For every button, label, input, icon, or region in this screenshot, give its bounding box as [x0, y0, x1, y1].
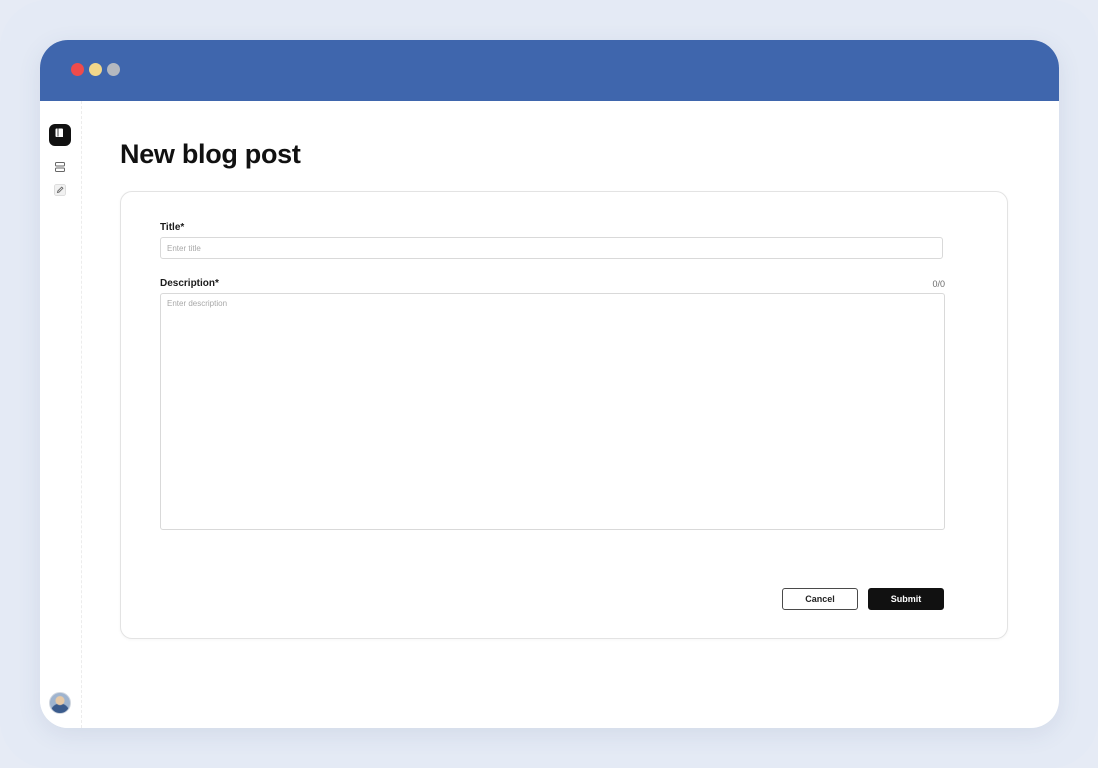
window-titlebar: [40, 40, 1059, 101]
user-avatar[interactable]: [49, 692, 71, 714]
minimize-window-button[interactable]: [89, 63, 102, 76]
blog-post-form: Title* Description* 0/0 Cancel Submit: [120, 191, 1008, 639]
maximize-window-button[interactable]: [107, 63, 120, 76]
cancel-button[interactable]: Cancel: [782, 588, 858, 610]
book-icon: [54, 126, 66, 144]
edit-icon: [54, 183, 66, 201]
description-character-counter: 0/0: [932, 279, 945, 289]
sidebar-item-posts[interactable]: [49, 124, 71, 146]
description-textarea[interactable]: [160, 293, 945, 530]
submit-button[interactable]: Submit: [868, 588, 944, 610]
list-icon: [54, 160, 66, 178]
app-frame-background: New blog post Title* Description* 0/0 Ca…: [0, 0, 1098, 768]
page-title: New blog post: [120, 139, 301, 169]
title-input[interactable]: [160, 237, 943, 259]
description-label: Description*: [160, 278, 219, 289]
title-label: Title*: [160, 222, 185, 233]
sidebar: [40, 101, 82, 728]
app-window: New blog post Title* Description* 0/0 Ca…: [40, 40, 1059, 728]
sidebar-item-new-post[interactable]: [51, 183, 69, 201]
close-window-button[interactable]: [71, 63, 84, 76]
sidebar-item-list[interactable]: [51, 160, 69, 178]
